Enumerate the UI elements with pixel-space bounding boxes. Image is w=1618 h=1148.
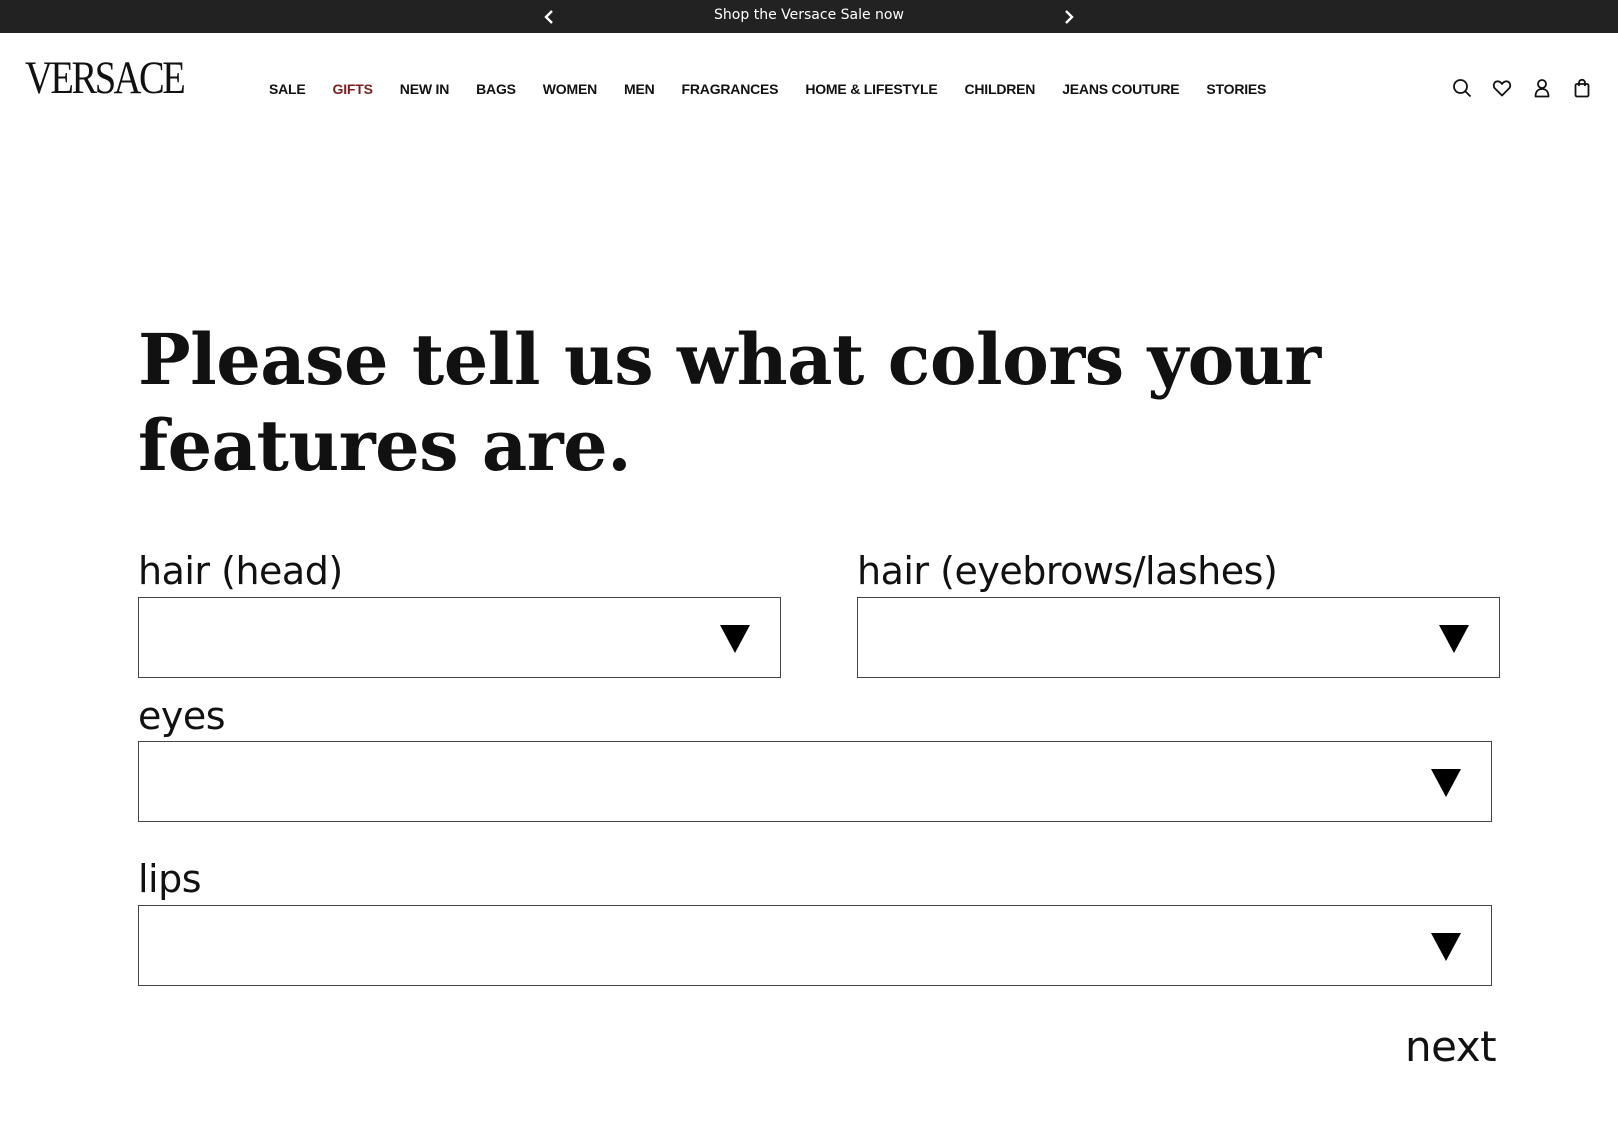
hair-head-select[interactable]	[138, 597, 781, 678]
account-icon[interactable]	[1530, 76, 1554, 100]
main-nav: SALE GIFTS NEW IN BAGS WOMEN MEN FRAGRAN…	[269, 77, 1293, 101]
hair-head-label: hair (head)	[138, 549, 343, 593]
eyes-label: eyes	[138, 694, 226, 738]
nav-item-men[interactable]: MEN	[624, 81, 655, 97]
search-icon[interactable]	[1450, 76, 1474, 100]
lips-label: lips	[138, 857, 202, 901]
promo-bar: Shop the Versace Sale now	[0, 0, 1618, 33]
hair-brows-label: hair (eyebrows/lashes)	[857, 549, 1278, 593]
nav-item-children[interactable]: CHILDREN	[964, 81, 1035, 97]
caret-down-icon	[720, 625, 750, 653]
chevron-right-icon[interactable]	[1058, 6, 1080, 28]
eyes-select[interactable]	[138, 741, 1492, 822]
next-button[interactable]: next	[1405, 1022, 1497, 1072]
caret-down-icon	[1431, 769, 1461, 797]
shopping-bag-icon[interactable]	[1570, 76, 1594, 100]
nav-item-bags[interactable]: BAGS	[476, 81, 516, 97]
caret-down-icon	[1439, 625, 1469, 653]
promo-text[interactable]: Shop the Versace Sale now	[0, 0, 1618, 33]
site-header: VERSACE SALE GIFTS NEW IN BAGS WOMEN MEN…	[0, 33, 1618, 123]
header-icons	[1450, 76, 1610, 100]
caret-down-icon	[1431, 933, 1461, 961]
versace-logo[interactable]: VERSACE	[25, 53, 186, 103]
lips-select[interactable]	[138, 905, 1492, 986]
nav-item-new-in[interactable]: NEW IN	[400, 81, 450, 97]
nav-item-stories[interactable]: STORIES	[1206, 81, 1266, 97]
hair-brows-select[interactable]	[857, 597, 1500, 678]
nav-item-fragrances[interactable]: FRAGRANCES	[682, 81, 779, 97]
nav-item-sale[interactable]: SALE	[269, 81, 306, 97]
nav-item-women[interactable]: WOMEN	[543, 81, 597, 97]
nav-item-gifts[interactable]: GIFTS	[333, 81, 373, 97]
heart-icon[interactable]	[1490, 76, 1514, 100]
page-title: Please tell us what colors your features…	[138, 318, 1321, 487]
nav-item-home-lifestyle[interactable]: HOME & LIFESTYLE	[805, 81, 937, 97]
nav-item-jeans-couture[interactable]: JEANS COUTURE	[1062, 81, 1179, 97]
